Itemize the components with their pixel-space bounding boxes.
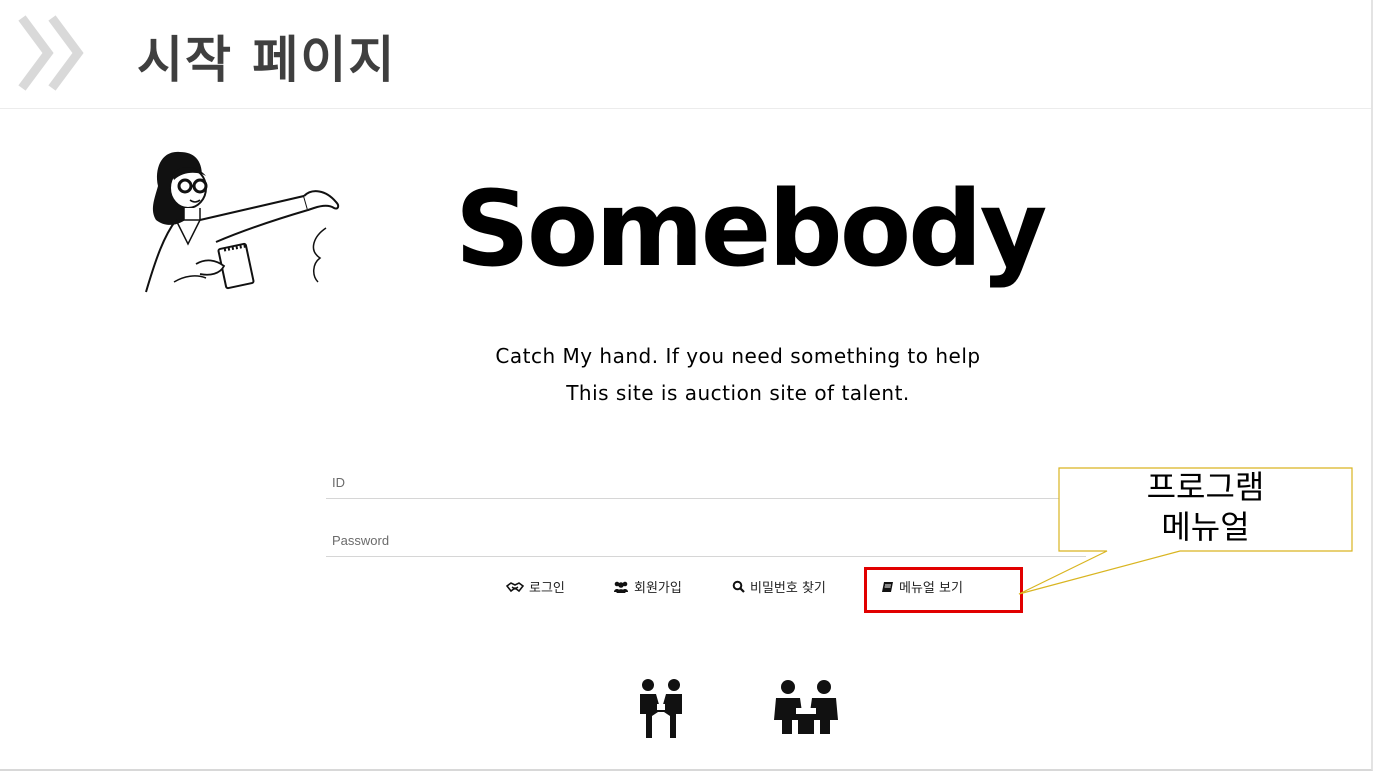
callout-shape xyxy=(1018,467,1353,595)
meeting-table-icon xyxy=(774,680,838,734)
business-handshake-icon xyxy=(640,679,682,738)
callout-text: 프로그램 메뉴얼 xyxy=(1059,467,1352,547)
callout-line-2: 메뉴얼 xyxy=(1161,508,1250,546)
callout-line-1: 프로그램 xyxy=(1146,468,1265,506)
